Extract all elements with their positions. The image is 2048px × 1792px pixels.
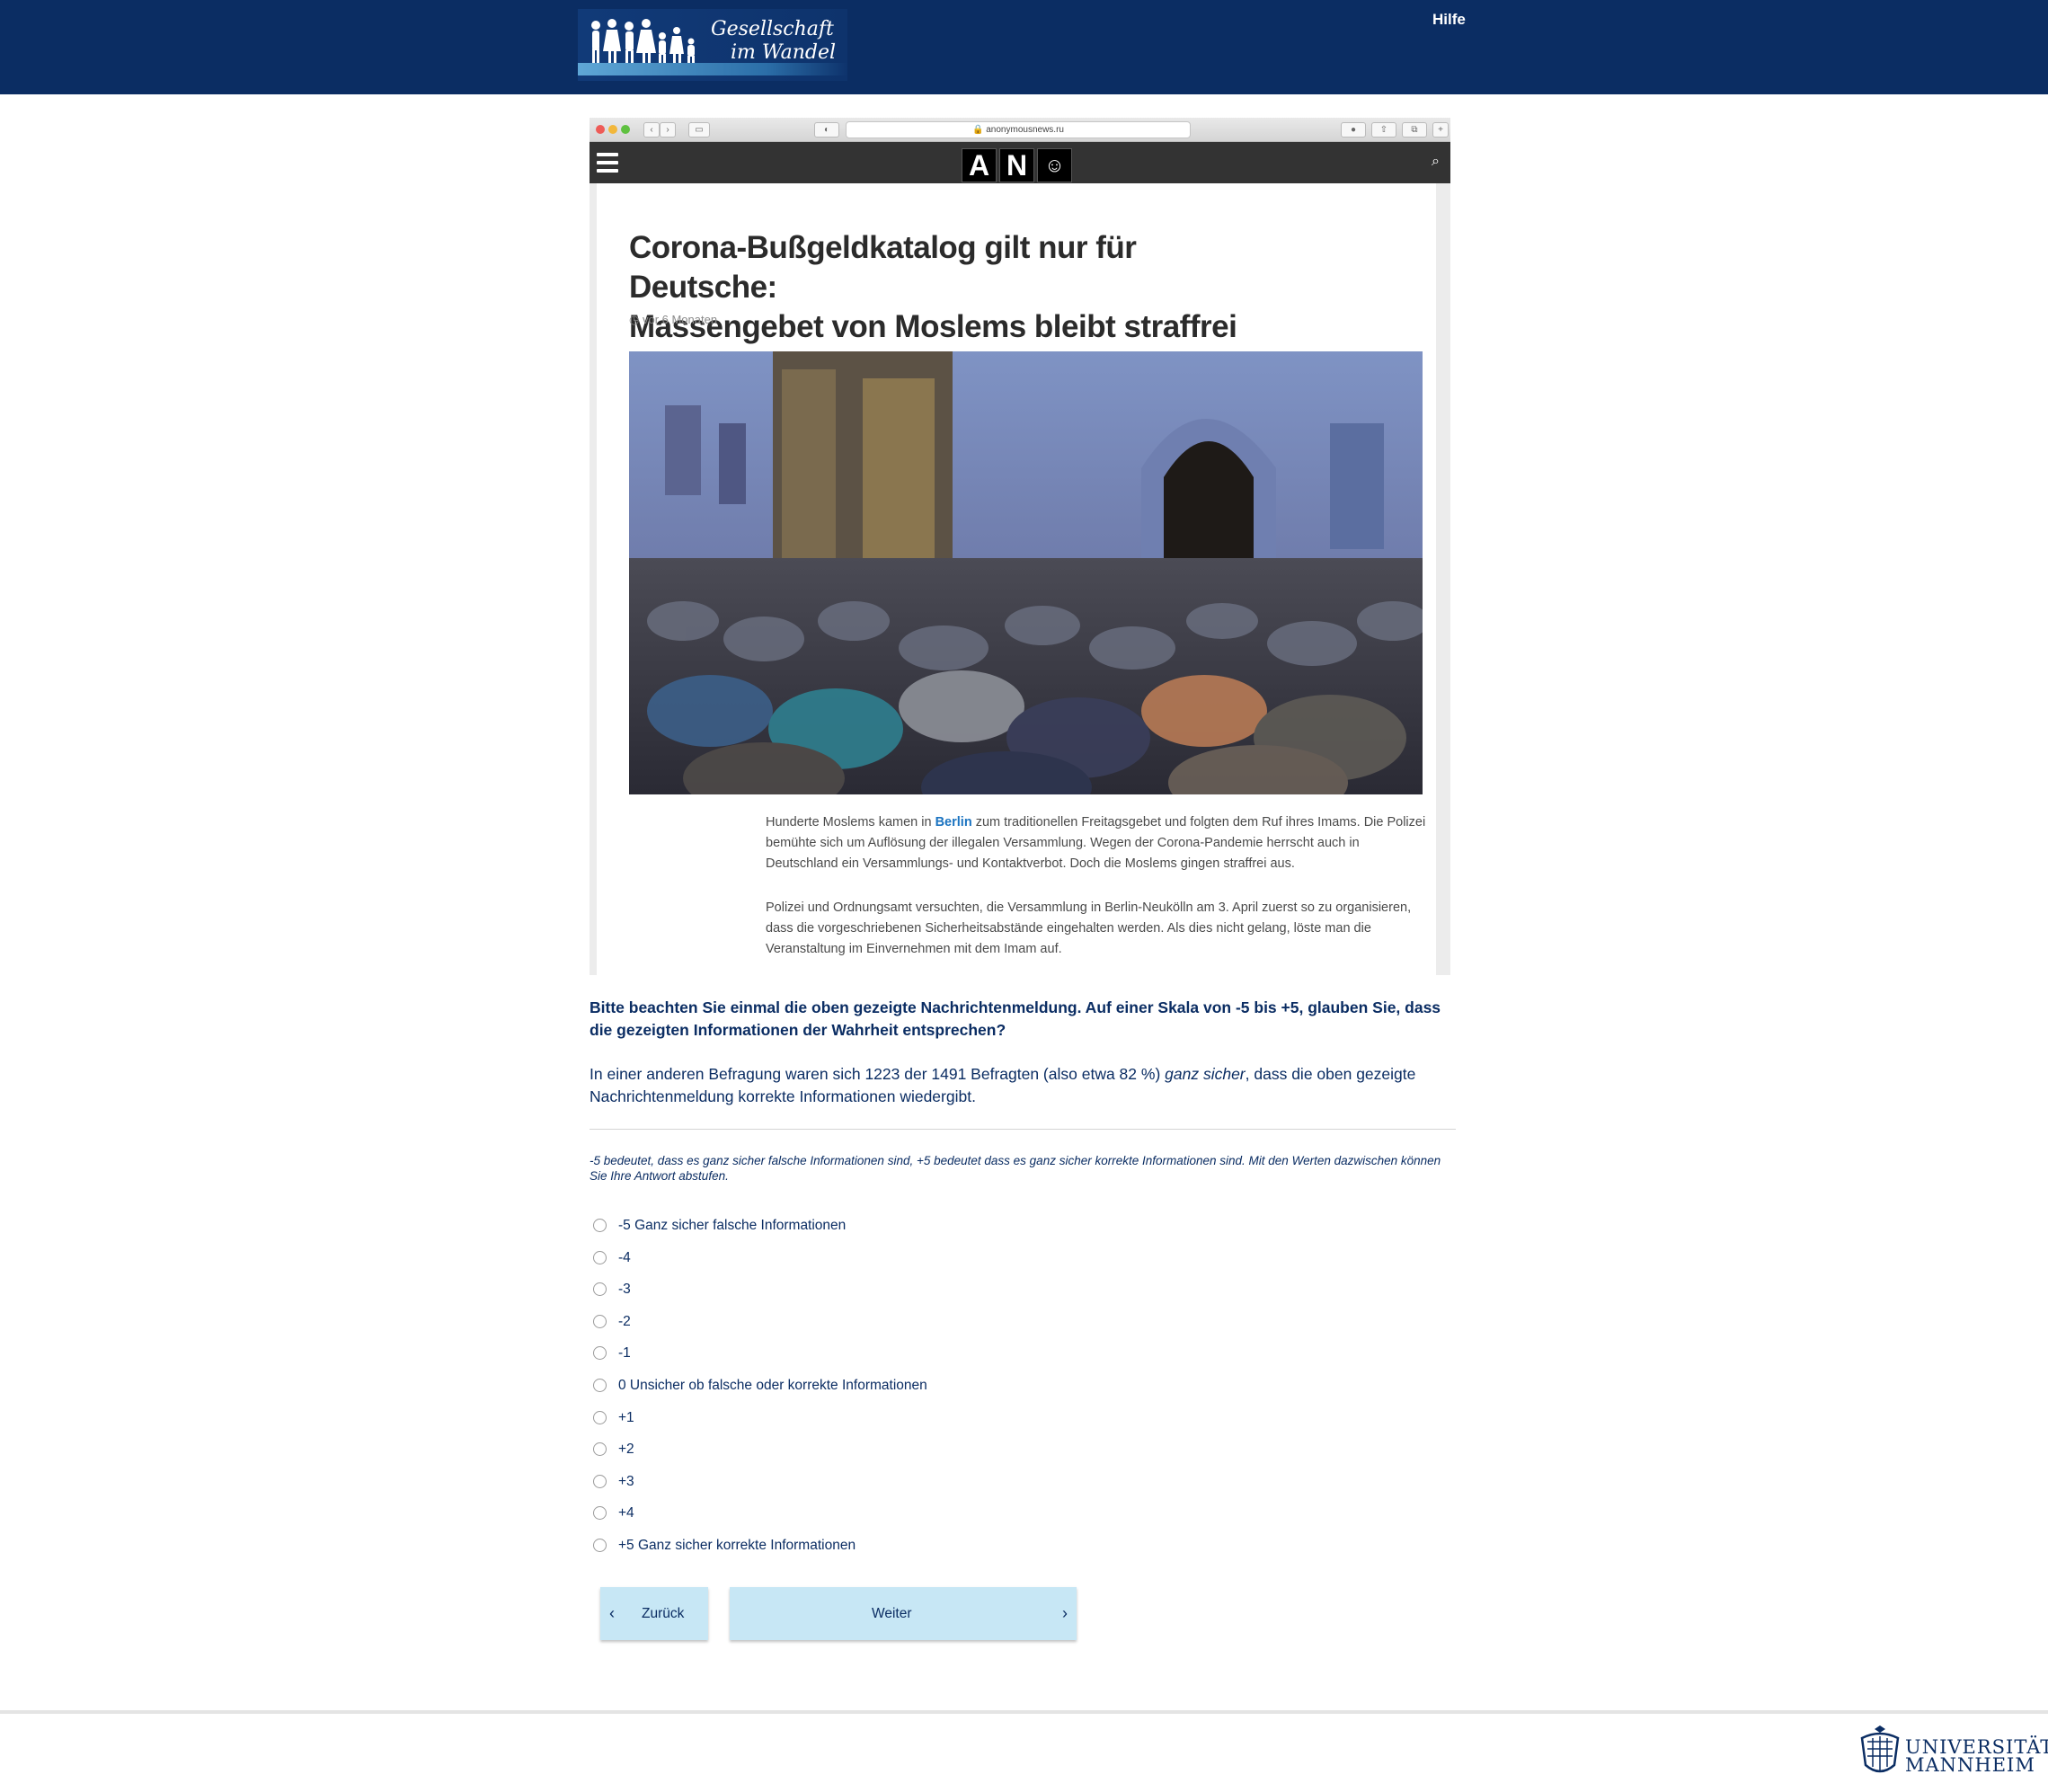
option-plus-1[interactable]: +1 bbox=[593, 1410, 927, 1442]
logo-line-2: im Wandel bbox=[731, 41, 837, 64]
radio-button[interactable] bbox=[593, 1282, 607, 1297]
window-minimize-dot-icon bbox=[608, 125, 617, 134]
hamburger-menu-icon bbox=[597, 153, 618, 173]
option-label: +3 bbox=[618, 1473, 634, 1489]
berlin-link[interactable]: Berlin bbox=[935, 815, 972, 829]
radio-button[interactable] bbox=[593, 1378, 607, 1392]
radio-button[interactable] bbox=[593, 1410, 607, 1424]
article-headline: Corona-Bußgeldkatalog gilt nur für Deuts… bbox=[629, 228, 1258, 347]
share-icon: ⇧ bbox=[1371, 122, 1396, 138]
survey-info: In einer anderen Befragung waren sich 12… bbox=[590, 1063, 1452, 1108]
next-button-label: Weiter bbox=[872, 1606, 912, 1621]
option-minus-5[interactable]: -5 Ganz sicher falsche Informationen bbox=[593, 1218, 927, 1250]
info-text-start: In einer anderen Befragung waren sich 12… bbox=[590, 1065, 1166, 1083]
university-line-2: MANNHEIM bbox=[1905, 1754, 2035, 1776]
article-meta: ◷ vor 6 Monaten bbox=[629, 313, 717, 327]
option-minus-2[interactable]: -2 bbox=[593, 1314, 927, 1346]
gesellschaft-im-wandel-logo[interactable]: Gesellschaft im Wandel bbox=[578, 9, 847, 81]
option-minus-1[interactable]: -1 bbox=[593, 1345, 927, 1378]
radio-button[interactable] bbox=[593, 1506, 607, 1521]
article-photo bbox=[629, 351, 1423, 794]
paragraph-1-start: Hunderte Moslems kamen in bbox=[766, 815, 935, 829]
article-page: Corona-Bußgeldkatalog gilt nur für Deuts… bbox=[597, 183, 1436, 975]
headline-line-1: Corona-Bußgeldkatalog gilt nur für Deuts… bbox=[629, 230, 1137, 305]
article-paragraph-1: Hunderte Moslems kamen in Berlin zum tra… bbox=[766, 812, 1426, 874]
option-label: +5 Ganz sicher korrekte Informationen bbox=[618, 1537, 856, 1553]
next-button[interactable]: Weiter › bbox=[730, 1587, 1077, 1640]
headline-line-2: Massengebet von Moslems bleibt straffrei bbox=[629, 309, 1237, 344]
site-logo-letter-a: A bbox=[962, 148, 997, 182]
new-tab-icon: + bbox=[1432, 122, 1449, 138]
article-paragraph-2: Polizei und Ordnungsamt versuchten, die … bbox=[766, 900, 1412, 956]
anonymous-mask-icon: ☺ bbox=[1037, 148, 1072, 182]
radio-button[interactable] bbox=[593, 1219, 607, 1232]
option-plus-2[interactable]: +2 bbox=[593, 1442, 927, 1474]
info-emphasis: ganz sicher bbox=[1165, 1065, 1246, 1083]
site-navbar: A N ☺ ⌕ bbox=[590, 142, 1450, 183]
url-text: anonymousnews.ru bbox=[986, 125, 1064, 135]
site-logo-letter-n: N bbox=[999, 148, 1034, 182]
radio-button[interactable] bbox=[593, 1346, 607, 1361]
radio-button[interactable] bbox=[593, 1538, 607, 1552]
radio-button[interactable] bbox=[593, 1250, 607, 1264]
option-label: +1 bbox=[618, 1409, 634, 1425]
option-plus-5[interactable]: +5 Ganz sicher korrekte Informationen bbox=[593, 1538, 927, 1570]
radio-button[interactable] bbox=[593, 1474, 607, 1488]
back-button-label: Zurück bbox=[642, 1606, 685, 1621]
window-zoom-dot-icon bbox=[621, 125, 630, 134]
clock-icon: ◷ bbox=[629, 313, 640, 326]
logo-line-1: Gesellschaft bbox=[711, 18, 834, 40]
survey-question: Bitte beachten Sie einmal die oben gezei… bbox=[590, 998, 1441, 1039]
site-logo: A N ☺ bbox=[962, 148, 1072, 182]
option-label: 0 Unsicher ob falsche oder korrekte Info… bbox=[618, 1377, 927, 1393]
address-bar: 🔒 anonymousnews.ru bbox=[846, 121, 1191, 138]
sidebar-icon: ▭ bbox=[688, 122, 710, 138]
footer bbox=[0, 1710, 2048, 1792]
option-label: -3 bbox=[618, 1282, 631, 1298]
option-plus-3[interactable]: +3 bbox=[593, 1474, 927, 1506]
university-crest-icon bbox=[1860, 1725, 1900, 1773]
news-article-screenshot: ‹ › ▭ ◐ 🔒 anonymousnews.ru ● ⇧ ⧉ + A N ☺… bbox=[590, 118, 1450, 975]
back-button[interactable]: ‹ Zurück bbox=[600, 1587, 708, 1640]
scale-hint: -5 bedeutet, dass es ganz sicher falsche… bbox=[590, 1154, 1441, 1183]
mosque-prayer-image bbox=[629, 351, 1423, 794]
browser-toolbar: ‹ › ▭ ◐ 🔒 anonymousnews.ru ● ⇧ ⧉ + bbox=[590, 118, 1450, 142]
help-link[interactable]: Hilfe bbox=[1432, 11, 1466, 29]
browser-back-icon: ‹ bbox=[643, 122, 660, 138]
browser-forward-icon: › bbox=[660, 122, 676, 138]
search-icon: ⌕ bbox=[1432, 154, 1440, 169]
chevron-left-icon: ‹ bbox=[609, 1604, 615, 1622]
option-label: -4 bbox=[618, 1249, 631, 1265]
option-label: +2 bbox=[618, 1442, 634, 1458]
option-minus-4[interactable]: -4 bbox=[593, 1250, 927, 1282]
download-icon: ● bbox=[1341, 122, 1366, 138]
option-label: -2 bbox=[618, 1313, 631, 1329]
window-close-dot-icon bbox=[596, 125, 605, 134]
radio-button[interactable] bbox=[593, 1314, 607, 1328]
option-minus-3[interactable]: -3 bbox=[593, 1282, 927, 1314]
privacy-shield-icon: ◐ bbox=[814, 122, 839, 138]
logo-color-strip bbox=[578, 63, 847, 75]
university-logo[interactable]: UNIVERSITÄT MANNHEIM bbox=[1858, 1725, 2048, 1779]
rating-options: -5 Ganz sicher falsche Informationen -4 … bbox=[593, 1218, 927, 1570]
university-name: UNIVERSITÄT MANNHEIM bbox=[1905, 1738, 2048, 1776]
option-label: +4 bbox=[618, 1505, 634, 1521]
option-plus-4[interactable]: +4 bbox=[593, 1505, 927, 1538]
tabs-icon: ⧉ bbox=[1402, 122, 1427, 138]
option-label: -5 Ganz sicher falsche Informationen bbox=[618, 1218, 847, 1233]
divider bbox=[590, 1129, 1456, 1130]
option-0[interactable]: 0 Unsicher ob falsche oder korrekte Info… bbox=[593, 1378, 927, 1410]
logo-text: Gesellschaft im Wandel bbox=[704, 18, 836, 65]
option-label: -1 bbox=[618, 1345, 631, 1362]
top-header: Gesellschaft im Wandel Hilfe bbox=[0, 0, 2048, 94]
radio-button[interactable] bbox=[593, 1442, 607, 1457]
chevron-right-icon: › bbox=[1062, 1604, 1068, 1622]
article-age: vor 6 Monaten bbox=[642, 313, 718, 326]
